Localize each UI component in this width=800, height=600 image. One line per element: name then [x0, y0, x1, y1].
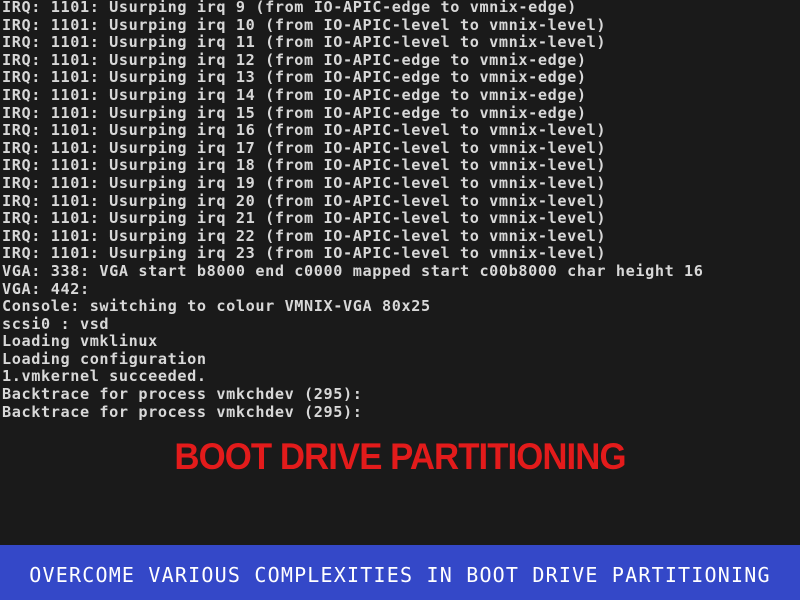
- console-line: IRQ: 1101: Usurping irq 9 (from IO-APIC-…: [2, 0, 577, 16]
- console-line: IRQ: 1101: Usurping irq 15 (from IO-APIC…: [2, 104, 587, 122]
- console-line: Loading vmklinux: [2, 333, 158, 351]
- footer-banner: OVERCOME VARIOUS COMPLEXITIES IN BOOT DR…: [0, 545, 800, 600]
- console-line: IRQ: 1101: Usurping irq 16 (from IO-APIC…: [2, 122, 607, 140]
- console-log: IRQ: 1101: Usurping irq 9 (from IO-APIC-…: [2, 0, 798, 421]
- console-line: IRQ: 1101: Usurping irq 12 (from IO-APIC…: [2, 51, 587, 69]
- console-line: IRQ: 1101: Usurping irq 22 (from IO-APIC…: [2, 227, 607, 245]
- console-line: Backtrace for process vmkchdev (295):: [2, 386, 363, 404]
- boot-console-screen: IRQ: 1101: Usurping irq 9 (from IO-APIC-…: [0, 0, 800, 600]
- console-line: 1.vmkernel succeeded.: [2, 368, 207, 386]
- console-line: IRQ: 1101: Usurping irq 21 (from IO-APIC…: [2, 210, 607, 228]
- banner-caption: OVERCOME VARIOUS COMPLEXITIES IN BOOT DR…: [29, 562, 771, 587]
- console-line: IRQ: 1101: Usurping irq 20 (from IO-APIC…: [2, 192, 607, 210]
- console-line: Loading configuration: [2, 350, 207, 368]
- console-line: IRQ: 1101: Usurping irq 23 (from IO-APIC…: [2, 245, 607, 263]
- console-line: scsi0 : vsd: [2, 315, 110, 333]
- console-line: IRQ: 1101: Usurping irq 10 (from IO-APIC…: [2, 16, 607, 34]
- console-line: IRQ: 1101: Usurping irq 17 (from IO-APIC…: [2, 139, 607, 157]
- console-line: Backtrace for process vmkchdev (295):: [2, 403, 363, 421]
- console-line: VGA: 442:: [2, 280, 90, 298]
- console-line: Console: switching to colour VMNIX-VGA 8…: [2, 298, 431, 316]
- headline-title: BOOT DRIVE PARTITIONING: [174, 436, 626, 477]
- console-line: IRQ: 1101: Usurping irq 13 (from IO-APIC…: [2, 69, 587, 87]
- console-line: IRQ: 1101: Usurping irq 11 (from IO-APIC…: [2, 34, 607, 52]
- console-line: IRQ: 1101: Usurping irq 14 (from IO-APIC…: [2, 86, 587, 104]
- console-line: IRQ: 1101: Usurping irq 18 (from IO-APIC…: [2, 157, 607, 175]
- console-line: VGA: 338: VGA start b8000 end c0000 mapp…: [2, 262, 704, 280]
- console-line: IRQ: 1101: Usurping irq 19 (from IO-APIC…: [2, 174, 607, 192]
